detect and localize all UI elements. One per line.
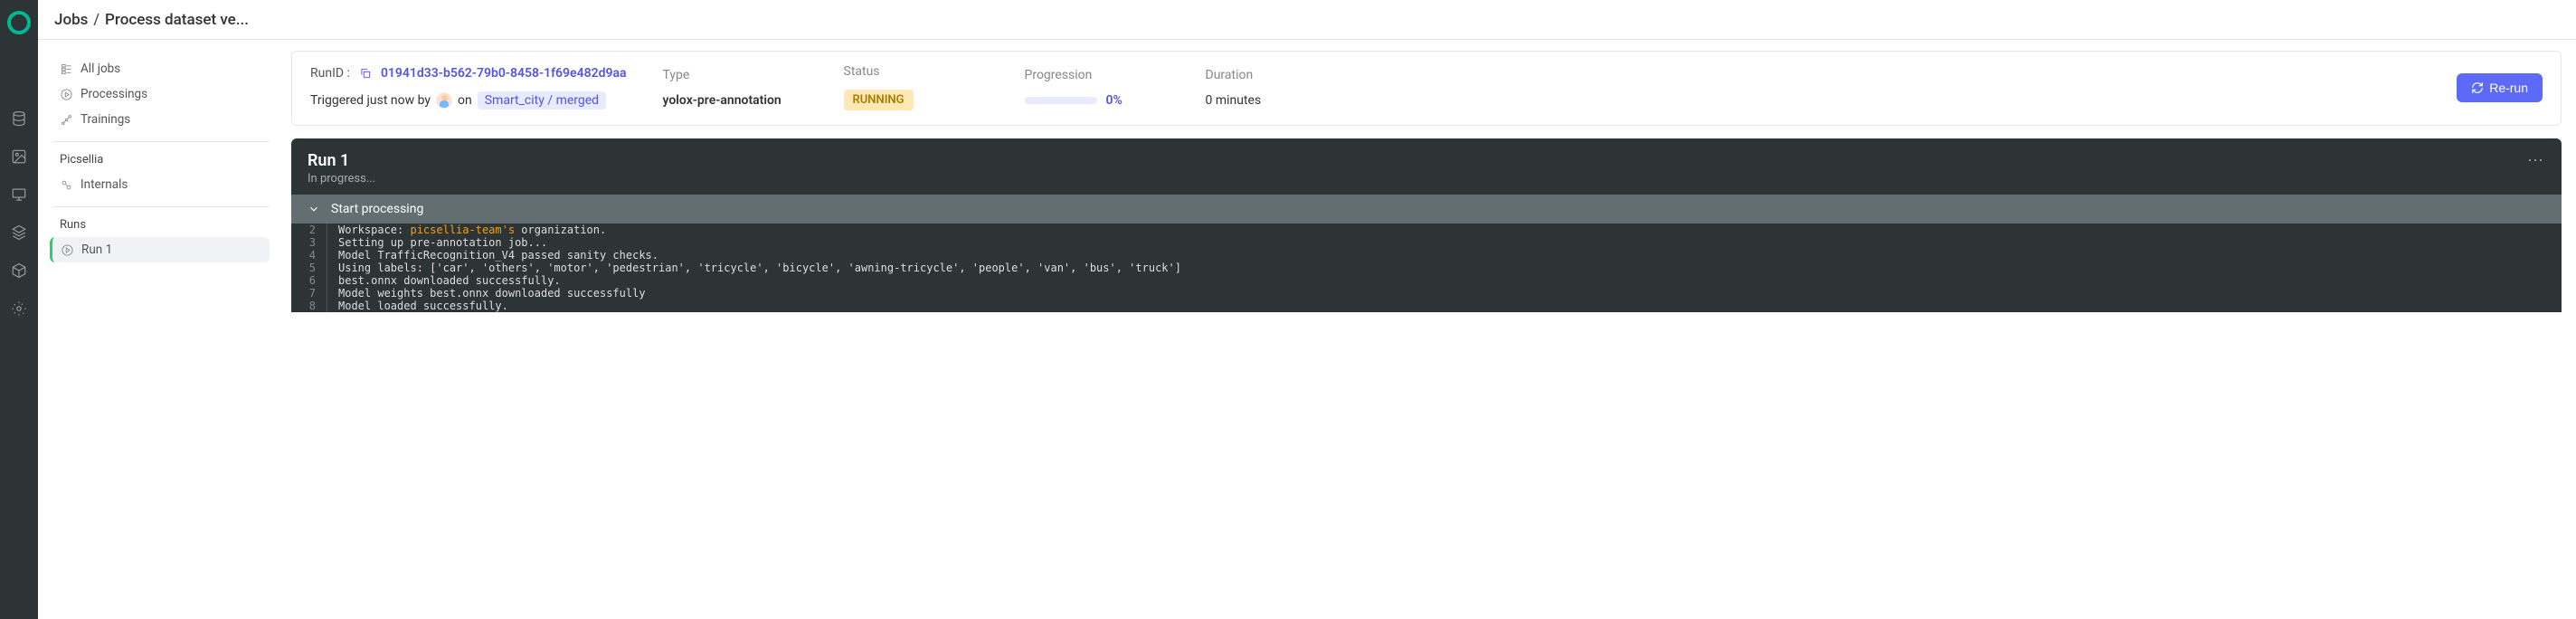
breadcrumb: Jobs / Process dataset ve...	[38, 0, 2576, 40]
sidebar-item-label: All jobs	[80, 62, 120, 76]
progress-label: Progression	[1025, 68, 1170, 82]
logo-icon	[7, 11, 31, 34]
sidebar-item-trainings[interactable]: Trainings	[52, 107, 270, 132]
sidebar-heading-runs: Runs	[52, 214, 270, 237]
progress-pct: 0%	[1106, 93, 1122, 108]
runid-value[interactable]: 01941d33-b562-79b0-8458-1f69e482d9aa	[381, 66, 627, 81]
trigger-info: Triggered just now by on Smart_city / me…	[310, 91, 627, 110]
log-output: 2Workspace: picsellia-team's organizatio…	[291, 224, 2562, 312]
box-icon[interactable]	[11, 262, 27, 279]
run-title: Run 1	[308, 151, 375, 170]
sidebar-item-label: Trainings	[80, 112, 130, 127]
status-label: Status	[844, 64, 989, 79]
avatar	[436, 92, 452, 109]
sidebar-item-label: Internals	[80, 177, 128, 192]
presentation-icon[interactable]	[11, 186, 27, 203]
content-area: RunID : 01941d33-b562-79b0-8458-1f69e482…	[280, 40, 2576, 619]
copy-icon[interactable]	[359, 67, 372, 80]
rerun-button[interactable]: Re-run	[2457, 73, 2543, 102]
more-menu-icon[interactable]: ⋯	[2527, 151, 2545, 186]
type-label: Type	[663, 68, 808, 82]
sidebar-heading: Picsellia	[52, 149, 270, 172]
section-toggle[interactable]: Start processing	[291, 195, 2562, 224]
image-icon[interactable]	[11, 148, 27, 165]
sidebar-item-internals[interactable]: Internals	[52, 172, 270, 197]
status-badge: RUNNING	[844, 90, 914, 110]
rail-nav	[0, 0, 38, 619]
breadcrumb-sep: /	[93, 11, 99, 29]
duration-value: 0 minutes	[1206, 93, 1350, 108]
sidebar-item-run1[interactable]: Run 1	[50, 237, 270, 262]
breadcrumb-root[interactable]: Jobs	[54, 11, 88, 29]
sidebar-item-label: Run 1	[81, 243, 112, 257]
job-info-card: RunID : 01941d33-b562-79b0-8458-1f69e482…	[291, 51, 2562, 126]
layers-icon[interactable]	[11, 224, 27, 241]
sidebar: All jobs Processings Trainings Picsellia…	[38, 40, 280, 619]
project-chip[interactable]: Smart_city / merged	[478, 91, 606, 110]
database-icon[interactable]	[11, 110, 27, 127]
runid-label: RunID :	[310, 66, 350, 81]
sidebar-item-processings[interactable]: Processings	[52, 81, 270, 107]
run-panel: Run 1 In progress... ⋯ Start processing …	[291, 138, 2562, 312]
refresh-icon	[2471, 81, 2484, 94]
sidebar-item-label: Processings	[80, 87, 147, 101]
progress-bar	[1025, 97, 1097, 104]
type-value: yolox-pre-annotation	[663, 93, 808, 108]
run-status: In progress...	[308, 172, 375, 186]
duration-label: Duration	[1206, 68, 1350, 82]
gear-icon[interactable]	[11, 300, 27, 317]
sidebar-item-all-jobs[interactable]: All jobs	[52, 56, 270, 81]
chevron-down-icon	[308, 203, 320, 215]
breadcrumb-current: Process dataset ve...	[105, 11, 249, 29]
